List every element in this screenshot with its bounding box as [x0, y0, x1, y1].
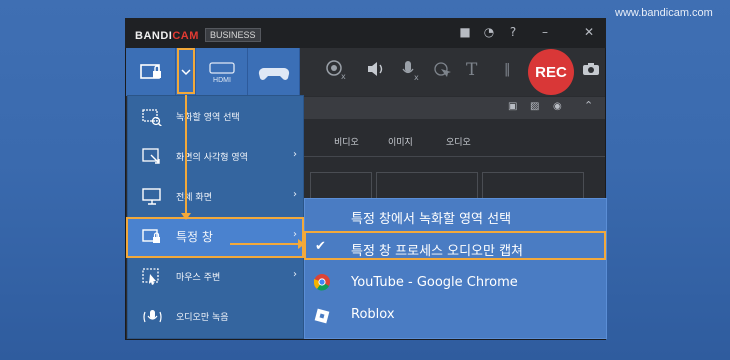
tab-audio[interactable]: 오디오	[446, 135, 471, 148]
window-mode-button[interactable]	[126, 48, 176, 96]
thumbnail	[376, 172, 478, 200]
audio-icon	[143, 310, 162, 323]
tab-image[interactable]: 이미지	[388, 135, 413, 148]
pause-icon[interactable]: ‖	[504, 62, 511, 77]
specific-window-submenu: 특정 창에서 녹화할 영역 선택 ✔ 특정 창 프로세스 오디오만 캡쳐 You…	[304, 198, 607, 339]
tab-video[interactable]: 비디오	[334, 135, 359, 148]
video-icon[interactable]: ▣	[508, 101, 517, 112]
menu-item-fullscreen[interactable]: 전체 화면 ›	[128, 177, 303, 217]
webcam-icon[interactable]: x	[324, 58, 346, 84]
chevron-right-icon: ›	[293, 149, 297, 160]
svg-text:x: x	[414, 73, 419, 81]
menu-item-rectangle[interactable]: 화면의 사각형 영역 ›	[128, 137, 303, 177]
gamepad-icon	[258, 67, 290, 80]
svg-text:HDMI: HDMI	[213, 77, 231, 84]
cursor-icon[interactable]	[432, 60, 452, 84]
brand-logo: BANDICAM	[135, 30, 199, 42]
tab-bar: 비디오 이미지 오디오	[300, 131, 605, 155]
window-lock-icon	[140, 64, 161, 79]
dropdown-highlight	[177, 48, 195, 94]
tier-badge: BUSINESS	[205, 28, 261, 42]
hdmi-mode-button[interactable]: HDMI	[196, 48, 248, 96]
annotation-line	[230, 243, 300, 245]
rec-button[interactable]: REC	[528, 49, 574, 95]
tab-divider	[300, 156, 605, 157]
broadcast-icon[interactable]: ◉	[553, 101, 562, 112]
speaker-icon[interactable]	[366, 59, 388, 85]
thumbnail	[310, 172, 372, 200]
annotation-arrow	[181, 213, 191, 220]
submenu-item-chrome-window[interactable]: YouTube - Google Chrome	[305, 267, 606, 299]
collapse-icon[interactable]: ⌃	[584, 99, 593, 112]
clock-icon[interactable]: ◔	[482, 25, 496, 39]
submenu-item-roblox-window[interactable]: Roblox	[305, 299, 606, 331]
menu-item-select-area[interactable]: 녹화할 영역 선택	[128, 97, 303, 137]
menu-item-highlight	[126, 217, 304, 258]
menu-item-around-mouse[interactable]: 마우스 주변 ›	[128, 257, 303, 297]
chrome-icon	[313, 274, 330, 291]
thumbnail	[482, 172, 584, 200]
folder-icon[interactable]: ■	[458, 25, 472, 39]
chevron-right-icon: ›	[293, 189, 297, 200]
hdmi-icon: HDMI	[209, 62, 235, 84]
image-icon[interactable]: ▨	[530, 101, 539, 112]
svg-text:x: x	[341, 72, 346, 80]
camera-icon[interactable]	[582, 61, 600, 81]
annotation-arrow	[298, 239, 305, 249]
mouse-area-icon	[142, 268, 159, 285]
annotation-line	[185, 95, 187, 219]
submenu-item-highlight	[304, 231, 606, 260]
close-icon[interactable]: ✕	[582, 25, 596, 39]
roblox-icon	[314, 308, 330, 324]
rectangle-icon	[142, 148, 160, 164]
watermark: www.bandicam.com	[615, 7, 713, 19]
game-mode-button[interactable]	[248, 48, 300, 96]
monitor-icon	[142, 188, 161, 205]
chevron-right-icon: ›	[293, 269, 297, 280]
text-icon[interactable]: T	[466, 60, 477, 80]
submenu-item-select-area[interactable]: 특정 창에서 녹화할 영역 선택	[305, 200, 606, 232]
menu-item-audio-only[interactable]: 오디오만 녹음	[128, 297, 303, 337]
microphone-icon[interactable]: x	[400, 59, 422, 85]
minimize-icon[interactable]: –	[538, 25, 552, 39]
select-area-icon	[142, 109, 162, 126]
help-icon[interactable]: ?	[506, 25, 520, 39]
